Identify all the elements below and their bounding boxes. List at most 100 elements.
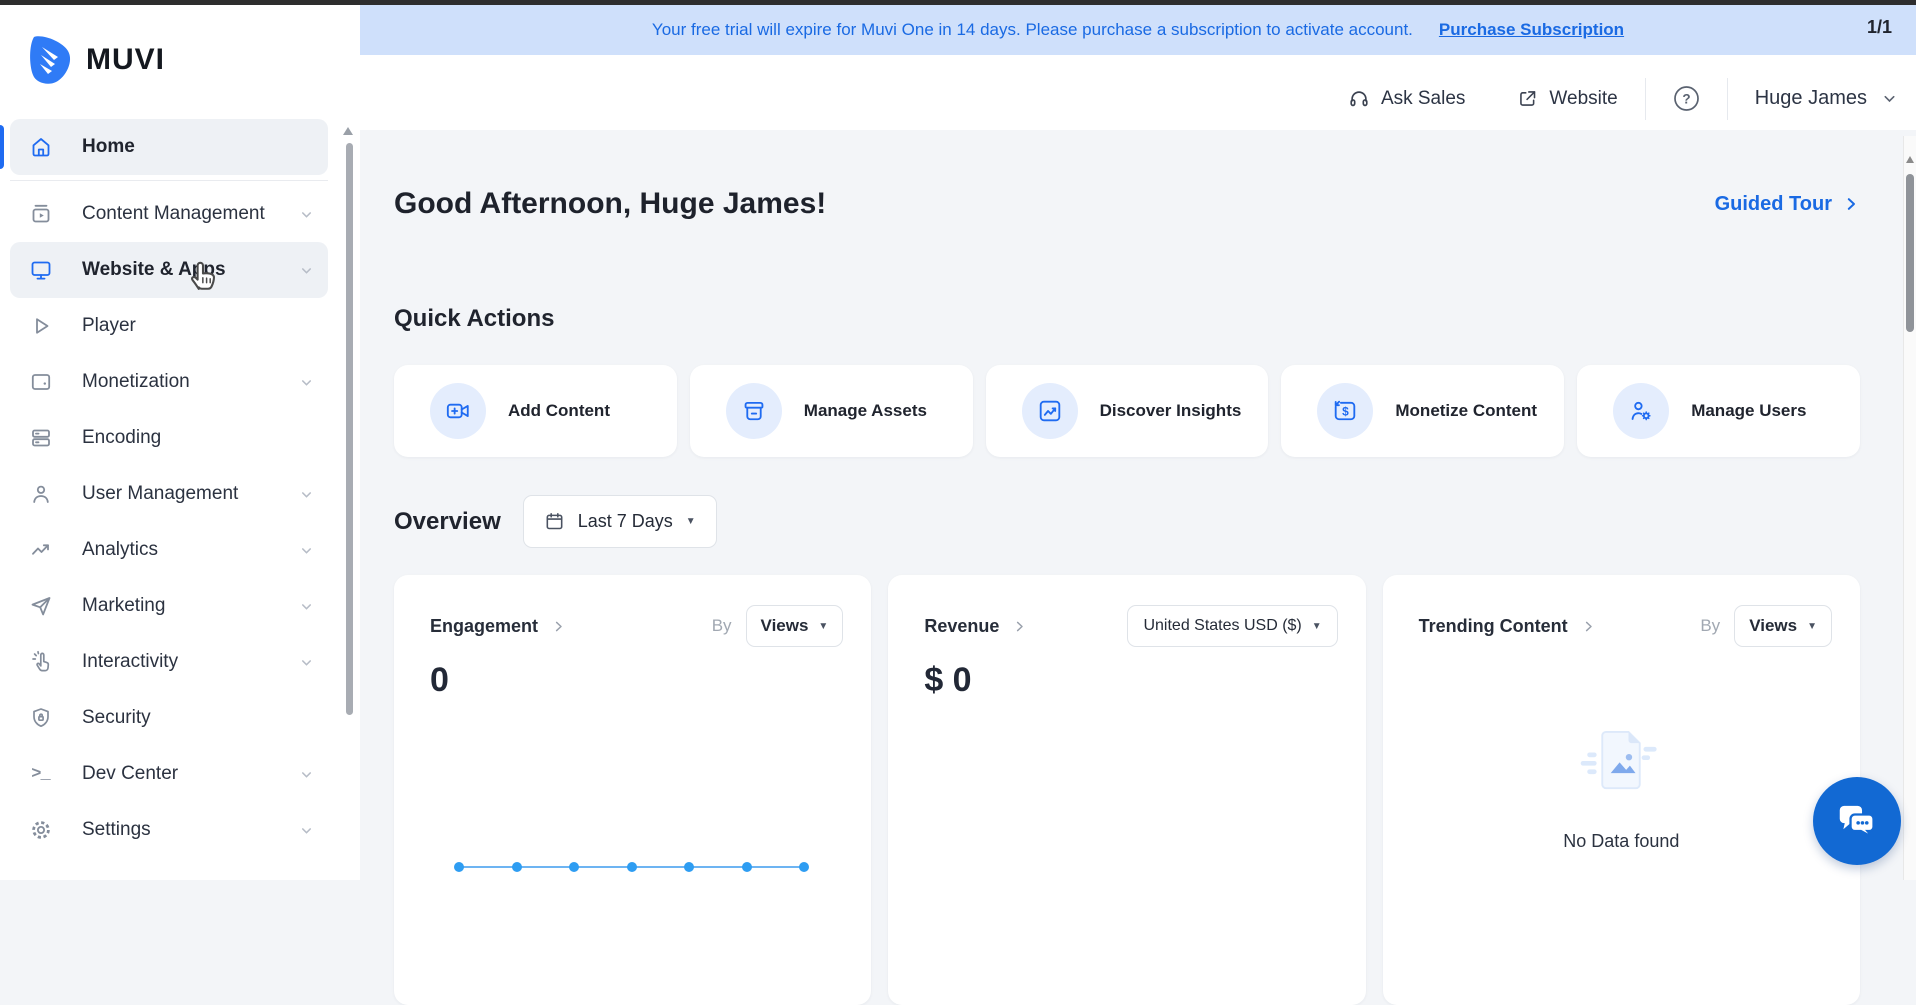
chevron-down-icon (299, 207, 314, 222)
sidebar-item-label: Dev Center (82, 763, 178, 785)
help-button[interactable]: ? (1673, 85, 1700, 112)
sidebar-item-security[interactable]: Security (10, 690, 328, 746)
sidebar-item-monetization[interactable]: Monetization (10, 354, 328, 410)
sidebar-item-label: Interactivity (82, 651, 178, 673)
guided-tour-link[interactable]: Guided Tour (1715, 193, 1860, 216)
external-link-icon (1517, 88, 1538, 109)
page-scrollbar[interactable] (1903, 136, 1916, 880)
quick-action-label: Add Content (508, 401, 610, 421)
encoding-icon (28, 426, 53, 451)
sidebar-item-interactivity[interactable]: Interactivity (10, 634, 328, 690)
no-data-illustration (1576, 715, 1666, 805)
add-content-icon (430, 383, 486, 439)
dropdown-caret-icon: ▼ (686, 516, 696, 527)
ask-sales-label: Ask Sales (1381, 88, 1465, 110)
add-content-button[interactable]: Add Content (394, 365, 677, 457)
currency-value: United States USD ($) (1143, 617, 1301, 635)
discover-insights-button[interactable]: Discover Insights (986, 365, 1269, 457)
top-header: Ask Sales Website ? Huge James (360, 55, 1916, 130)
chevron-down-icon (299, 263, 314, 278)
chevron-down-icon (299, 767, 314, 782)
sidebar-item-settings[interactable]: Settings (10, 802, 328, 858)
engagement-value: 0 (430, 661, 843, 700)
chart-point (799, 862, 809, 872)
trending-content-card: Trending Content By Views ▼ (1383, 575, 1860, 1005)
monetize-content-icon: $ (1317, 383, 1373, 439)
sidebar-scrollbar-up-arrow[interactable] (343, 127, 353, 135)
sidebar-nav: Home Content Management (0, 119, 360, 858)
chart-point (512, 862, 522, 872)
engagement-card: Engagement By Views ▼ 0 (394, 575, 871, 1005)
chat-widget-button[interactable] (1813, 777, 1901, 865)
sidebar-item-analytics[interactable]: Analytics (10, 522, 328, 578)
user-management-icon (28, 482, 53, 507)
revenue-card-link[interactable]: Revenue (924, 616, 1027, 637)
quick-action-label: Monetize Content (1395, 401, 1537, 421)
date-range-dropdown[interactable]: Last 7 Days ▼ (523, 495, 717, 548)
chevron-down-icon (299, 823, 314, 838)
sidebar-item-user-management[interactable]: User Management (10, 466, 328, 522)
dev-center-icon: >_ (28, 762, 53, 787)
date-range-value: Last 7 Days (578, 511, 673, 532)
sidebar-item-dev-center[interactable]: >_ Dev Center (10, 746, 328, 802)
sidebar-item-content-management[interactable]: Content Management (10, 186, 328, 242)
brand-logo[interactable]: MUVI (28, 33, 165, 87)
header-divider (1727, 78, 1728, 120)
sidebar-item-marketing[interactable]: Marketing (10, 578, 328, 634)
chevron-right-icon (1842, 195, 1860, 213)
header-divider (1645, 78, 1646, 120)
purchase-subscription-link[interactable]: Purchase Subscription (1439, 20, 1624, 40)
chevron-down-icon (299, 543, 314, 558)
sidebar-item-player[interactable]: Player (10, 298, 328, 354)
trial-banner: Your free trial will expire for Muvi One… (360, 5, 1916, 55)
engagement-card-link[interactable]: Engagement (430, 616, 566, 637)
brand-name: MUVI (86, 43, 165, 77)
website-label: Website (1549, 88, 1617, 110)
manage-assets-button[interactable]: Manage Assets (690, 365, 973, 457)
overview-cards: Engagement By Views ▼ 0 (394, 575, 1860, 1005)
website-button[interactable]: Website (1517, 88, 1617, 110)
chevron-down-icon (299, 375, 314, 390)
by-label: By (1700, 616, 1720, 636)
sidebar-item-home[interactable]: Home (10, 119, 328, 175)
sidebar-item-label: Website & Apps (82, 259, 226, 281)
manage-users-button[interactable]: Manage Users (1577, 365, 1860, 457)
sidebar-item-label: Player (82, 315, 136, 337)
quick-action-label: Manage Users (1691, 401, 1806, 421)
trial-banner-message: Your free trial will expire for Muvi One… (652, 20, 1413, 40)
chart-point (684, 862, 694, 872)
sidebar-scrollbar-thumb[interactable] (346, 143, 353, 715)
analytics-icon (28, 538, 53, 563)
scrollbar-thumb[interactable] (1906, 174, 1914, 332)
user-menu[interactable]: Huge James (1755, 87, 1898, 110)
sidebar-item-label: Content Management (82, 203, 265, 225)
engagement-filter-dropdown[interactable]: Views ▼ (746, 605, 844, 647)
website-apps-icon (28, 258, 53, 283)
sidebar-item-encoding[interactable]: Encoding (10, 410, 328, 466)
player-icon (28, 314, 53, 339)
svg-text:?: ? (1682, 91, 1690, 106)
sidebar-item-label: Settings (82, 819, 151, 841)
trending-filter-dropdown[interactable]: Views ▼ (1734, 605, 1832, 647)
ask-sales-button[interactable]: Ask Sales (1348, 88, 1465, 110)
chevron-down-icon (299, 487, 314, 502)
sidebar-item-website-apps[interactable]: Website & Apps (10, 242, 328, 298)
quick-actions-row: Add Content Manage Assets Discover I (394, 365, 1860, 457)
dropdown-caret-icon: ▼ (818, 621, 828, 632)
trending-card-link[interactable]: Trending Content (1419, 616, 1596, 637)
trending-filter-value: Views (1749, 616, 1797, 636)
dropdown-caret-icon: ▼ (1312, 621, 1322, 632)
chevron-down-icon (1881, 90, 1898, 107)
sidebar-item-label: Home (82, 136, 135, 158)
marketing-icon (28, 594, 53, 619)
scrollbar-up-arrow[interactable] (1906, 156, 1914, 163)
chart-point (742, 862, 752, 872)
muvi-logo-icon (28, 33, 74, 87)
chat-bubbles-icon (1834, 798, 1880, 844)
content-management-icon (28, 202, 53, 227)
chart-point (627, 862, 637, 872)
monetize-content-button[interactable]: $ Monetize Content (1281, 365, 1564, 457)
chevron-right-icon (1581, 619, 1596, 634)
currency-dropdown[interactable]: United States USD ($) ▼ (1127, 605, 1337, 647)
sidebar-item-label: Marketing (82, 595, 165, 617)
